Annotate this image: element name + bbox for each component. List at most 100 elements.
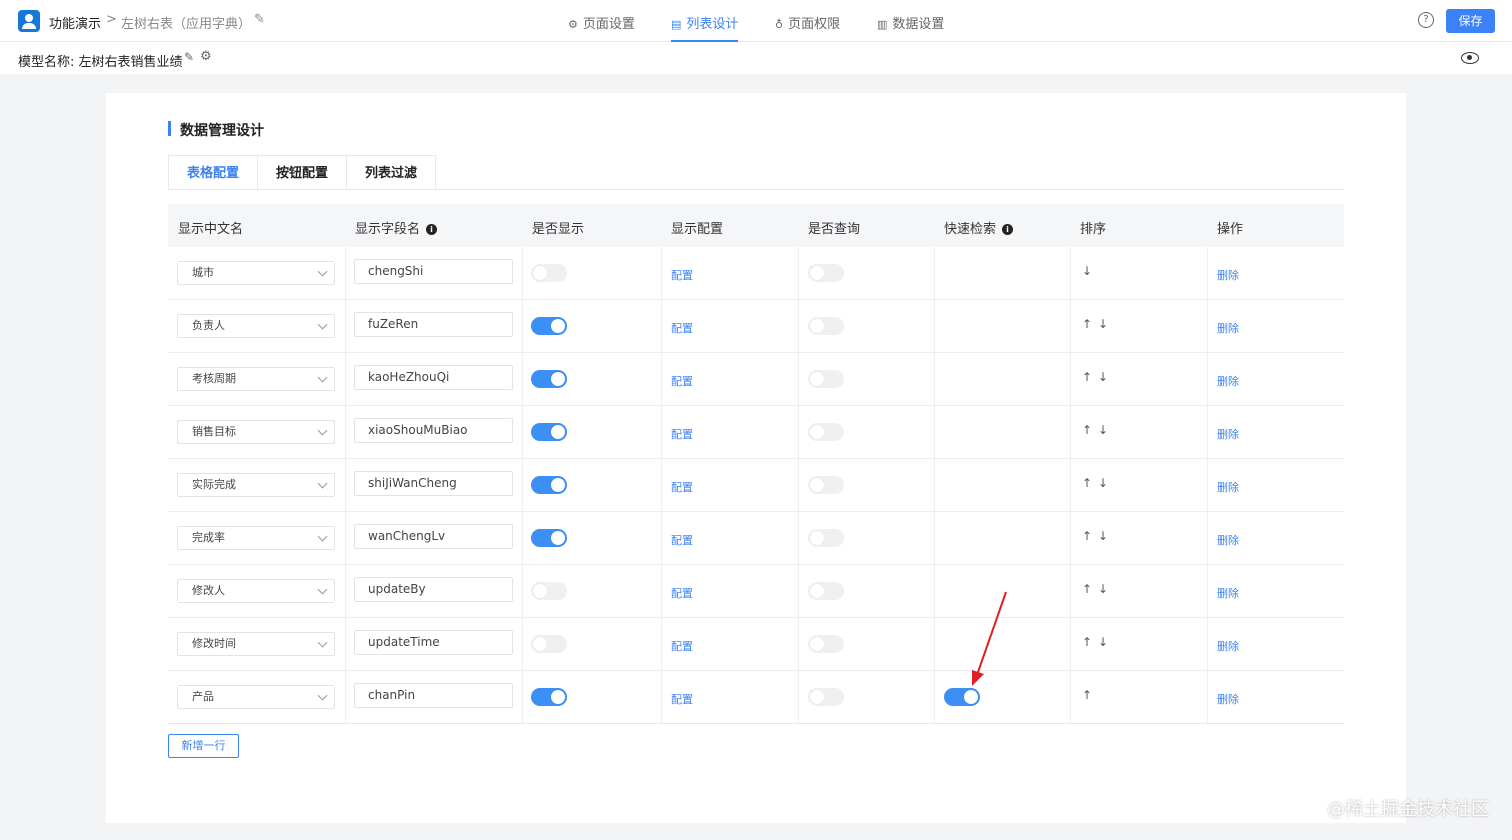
- info-icon[interactable]: i: [426, 224, 438, 235]
- visible-toggle[interactable]: [531, 529, 567, 547]
- cn-name-select[interactable]: 销售目标: [177, 420, 335, 444]
- tab-page-settings[interactable]: ⚙ 页面设置: [568, 13, 635, 42]
- config-link[interactable]: 配置: [671, 585, 693, 601]
- sort-arrows[interactable]: ↓: [1082, 264, 1098, 278]
- query-toggle[interactable]: [808, 476, 844, 494]
- query-toggle[interactable]: [808, 582, 844, 600]
- field-name-input[interactable]: updateTime: [354, 630, 513, 655]
- column-divider: [522, 353, 523, 405]
- cn-name-select[interactable]: 修改人: [177, 579, 335, 603]
- tab-list-filter[interactable]: 列表过滤: [347, 155, 437, 190]
- table-row: 修改时间 updateTime 配置 ↑↓ 删除: [168, 618, 1344, 671]
- cn-name-select[interactable]: 负责人: [177, 314, 335, 338]
- config-link[interactable]: 配置: [671, 426, 693, 442]
- query-toggle[interactable]: [808, 688, 844, 706]
- cn-name-select[interactable]: 修改时间: [177, 632, 335, 656]
- column-divider: [798, 459, 799, 511]
- chevron-down-icon: [317, 266, 328, 277]
- delete-link[interactable]: 删除: [1217, 426, 1239, 442]
- field-name-input[interactable]: wanChengLv: [354, 524, 513, 549]
- info-icon[interactable]: i: [1002, 224, 1014, 235]
- add-row-button[interactable]: 新增一行: [168, 734, 239, 758]
- field-name-input[interactable]: xiaoShouMuBiao: [354, 418, 513, 443]
- visible-toggle[interactable]: [531, 635, 567, 653]
- sort-arrows[interactable]: ↑↓: [1082, 370, 1114, 384]
- field-name-input[interactable]: fuZeRen: [354, 312, 513, 337]
- cn-name-select[interactable]: 完成率: [177, 526, 335, 550]
- visible-toggle[interactable]: [531, 476, 567, 494]
- visible-toggle[interactable]: [531, 317, 567, 335]
- visible-toggle[interactable]: [531, 264, 567, 282]
- sort-arrows[interactable]: ↑↓: [1082, 582, 1114, 596]
- delete-link[interactable]: 删除: [1217, 479, 1239, 495]
- visible-toggle[interactable]: [531, 423, 567, 441]
- column-divider: [661, 565, 662, 617]
- column-divider: [1070, 512, 1071, 564]
- tab-button-config[interactable]: 按钮配置: [258, 155, 348, 190]
- query-toggle[interactable]: [808, 370, 844, 388]
- sort-arrows[interactable]: ↑↓: [1082, 476, 1114, 490]
- visible-toggle[interactable]: [531, 582, 567, 600]
- field-name-input[interactable]: shiJiWanCheng: [354, 471, 513, 496]
- column-divider: [522, 459, 523, 511]
- help-icon[interactable]: ?: [1418, 12, 1434, 28]
- tab-data-settings[interactable]: ▥ 数据设置: [877, 13, 944, 42]
- config-link[interactable]: 配置: [671, 638, 693, 654]
- sort-arrows[interactable]: ↑↓: [1082, 317, 1114, 331]
- delete-link[interactable]: 删除: [1217, 267, 1239, 283]
- col-header-actions: 操作: [1217, 222, 1244, 237]
- column-divider: [798, 671, 799, 723]
- delete-link[interactable]: 删除: [1217, 585, 1239, 601]
- query-toggle[interactable]: [808, 264, 844, 282]
- column-divider: [1070, 618, 1071, 670]
- column-divider: [661, 247, 662, 299]
- tab-page-permission[interactable]: ♁ 页面权限: [775, 13, 840, 42]
- breadcrumb-app[interactable]: 功能演示: [49, 13, 101, 32]
- edit-pencil-icon[interactable]: ✎: [184, 50, 194, 64]
- column-divider: [1207, 406, 1208, 458]
- field-name-input[interactable]: updateBy: [354, 577, 513, 602]
- field-name-input[interactable]: chanPin: [354, 683, 513, 708]
- visible-toggle[interactable]: [531, 688, 567, 706]
- delete-link[interactable]: 删除: [1217, 532, 1239, 548]
- query-toggle[interactable]: [808, 635, 844, 653]
- delete-link[interactable]: 删除: [1217, 691, 1239, 707]
- cn-name-select[interactable]: 产品: [177, 685, 335, 709]
- config-link[interactable]: 配置: [671, 532, 693, 548]
- query-toggle[interactable]: [808, 529, 844, 547]
- sort-arrows[interactable]: ↑↓: [1082, 529, 1114, 543]
- visible-toggle[interactable]: [531, 370, 567, 388]
- delete-link[interactable]: 删除: [1217, 638, 1239, 654]
- config-link[interactable]: 配置: [671, 373, 693, 389]
- query-toggle[interactable]: [808, 423, 844, 441]
- column-divider: [345, 247, 346, 299]
- edit-pencil-icon[interactable]: ✎: [254, 12, 265, 27]
- chevron-down-icon: [317, 690, 328, 701]
- config-link[interactable]: 配置: [671, 691, 693, 707]
- quick-search-toggle[interactable]: [944, 688, 980, 706]
- sort-arrows[interactable]: ↑↓: [1082, 635, 1114, 649]
- delete-link[interactable]: 删除: [1217, 320, 1239, 336]
- preview-eye-icon[interactable]: [1461, 52, 1479, 64]
- column-divider: [934, 459, 935, 511]
- config-link[interactable]: 配置: [671, 320, 693, 336]
- save-button[interactable]: 保存: [1446, 9, 1495, 33]
- cn-name-select[interactable]: 考核周期: [177, 367, 335, 391]
- cn-name-select[interactable]: 城市: [177, 261, 335, 285]
- sort-arrows[interactable]: ↑↓: [1082, 423, 1114, 437]
- field-name-input[interactable]: chengShi: [354, 259, 513, 284]
- column-divider: [345, 300, 346, 352]
- tab-table-config[interactable]: 表格配置: [168, 155, 259, 190]
- column-divider: [798, 353, 799, 405]
- column-divider: [934, 353, 935, 405]
- gear-icon[interactable]: ⚙: [200, 49, 212, 64]
- delete-link[interactable]: 删除: [1217, 373, 1239, 389]
- field-name-input[interactable]: kaoHeZhouQi: [354, 365, 513, 390]
- tab-list-design[interactable]: ▤ 列表设计: [671, 13, 739, 42]
- sort-arrows[interactable]: ↑: [1082, 688, 1098, 702]
- config-link[interactable]: 配置: [671, 267, 693, 283]
- column-divider: [1070, 565, 1071, 617]
- query-toggle[interactable]: [808, 317, 844, 335]
- cn-name-select[interactable]: 实际完成: [177, 473, 335, 497]
- config-link[interactable]: 配置: [671, 479, 693, 495]
